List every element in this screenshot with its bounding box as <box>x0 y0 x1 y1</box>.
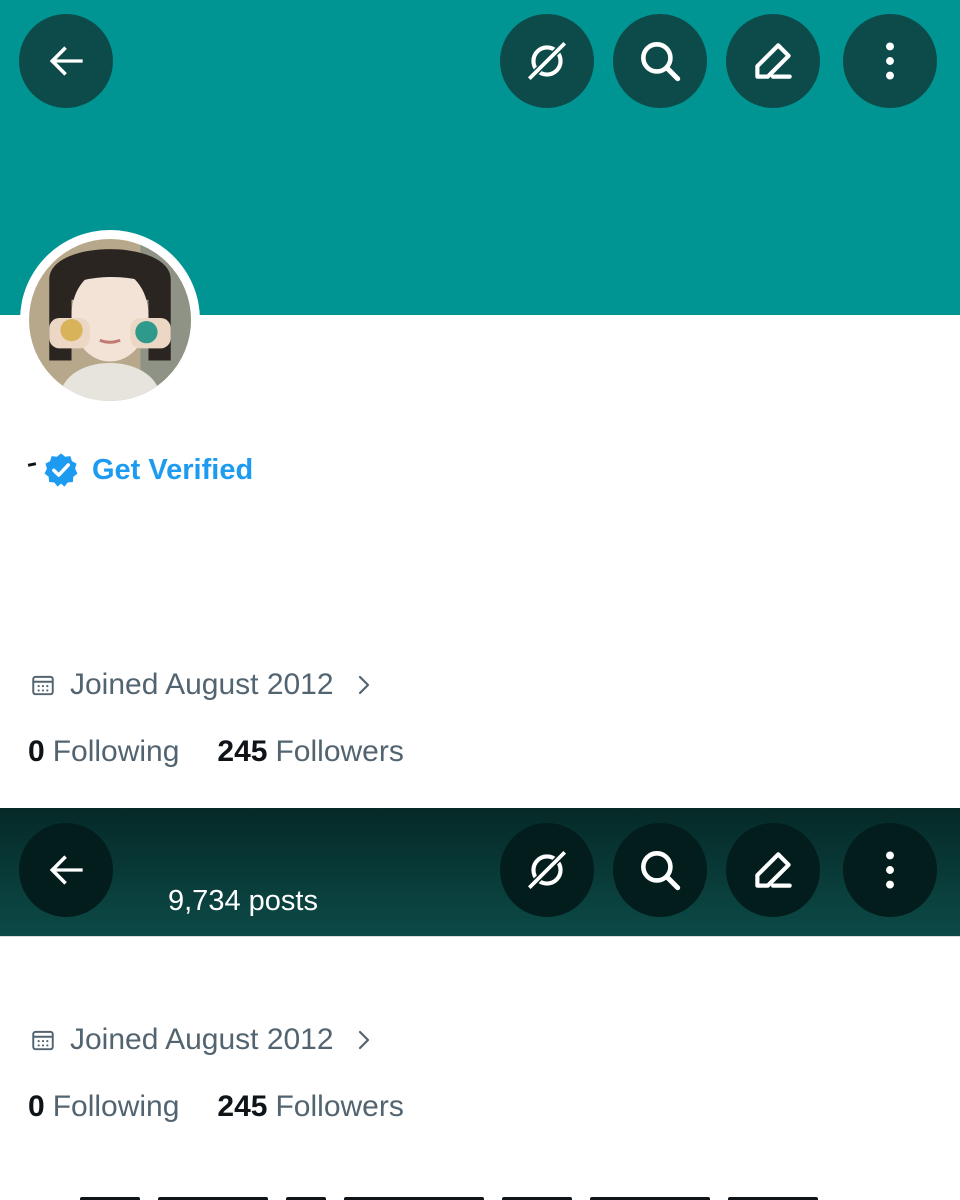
search-icon <box>641 42 681 82</box>
verified-badge-icon[interactable] <box>42 451 80 489</box>
back-button[interactable] <box>19 14 113 108</box>
posts-count: 9,734 posts <box>168 885 318 917</box>
following-link[interactable]: 0 Following <box>28 1090 179 1124</box>
back-arrow-icon <box>49 855 83 885</box>
following-label: Following <box>52 1090 180 1123</box>
more-vertical-icon <box>886 42 894 80</box>
avatar-photo <box>29 239 191 401</box>
get-verified-link[interactable]: Get Verified <box>92 454 253 487</box>
followers-link[interactable]: 245 Followers <box>217 735 403 769</box>
followers-count: 245 <box>217 1090 268 1123</box>
search-button[interactable] <box>613 14 707 108</box>
following-link[interactable]: 0 Following <box>28 735 179 769</box>
follow-stats: 0 Following 245 Followers <box>28 735 404 769</box>
joined-date: Joined August 2012 <box>70 1023 334 1056</box>
chevron-right-icon <box>358 1030 369 1050</box>
sticky-back-button[interactable] <box>19 823 113 917</box>
joined-date: Joined August 2012 <box>70 668 334 701</box>
joined-date-row-2[interactable]: Joined August 2012 <box>30 1020 376 1060</box>
display-name-row: Get Verified <box>27 448 253 492</box>
edit-icon <box>755 852 792 888</box>
following-label: Following <box>52 735 180 768</box>
edit-icon <box>755 43 792 79</box>
profile-avatar[interactable] <box>20 230 200 410</box>
followers-link[interactable]: 245 Followers <box>217 1090 403 1124</box>
followers-label: Followers <box>275 735 404 768</box>
more-button[interactable] <box>843 14 937 108</box>
truncated-text-line <box>80 1192 900 1200</box>
sticky-compose-button[interactable] <box>726 823 820 917</box>
back-arrow-icon <box>49 46 83 76</box>
followers-label: Followers <box>275 1090 404 1123</box>
display-name-fragment <box>27 461 37 467</box>
following-count: 0 <box>28 1090 45 1123</box>
following-count: 0 <box>28 735 45 768</box>
compose-button[interactable] <box>726 14 820 108</box>
sticky-search-button[interactable] <box>613 823 707 917</box>
joined-date-row[interactable]: Joined August 2012 <box>30 665 376 705</box>
search-icon <box>641 851 681 891</box>
followers-count: 245 <box>217 735 268 768</box>
grok-icon <box>526 40 568 82</box>
sticky-header <box>0 808 960 936</box>
more-vertical-icon <box>886 851 894 889</box>
sticky-more-button[interactable] <box>843 823 937 917</box>
chevron-right-icon <box>358 675 369 695</box>
calendar-icon <box>32 1030 54 1051</box>
grok-icon <box>526 849 568 891</box>
header-divider <box>0 936 960 937</box>
follow-stats-2: 0 Following 245 Followers <box>28 1090 404 1124</box>
sticky-grok-button[interactable] <box>500 823 594 917</box>
calendar-icon <box>32 675 54 696</box>
grok-button[interactable] <box>500 14 594 108</box>
